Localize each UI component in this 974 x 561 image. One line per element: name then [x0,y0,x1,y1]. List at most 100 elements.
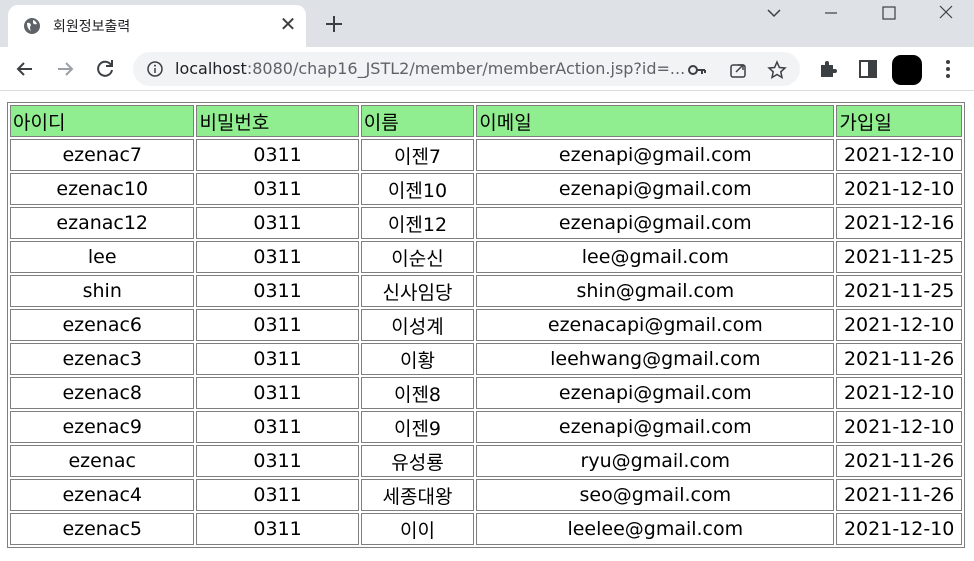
cell-email: shin@gmail.com [476,275,835,307]
cell-id: ezenac4 [10,479,195,511]
tab-title: 회원정보출력 [53,19,131,35]
table-row: ezanac12 0311 이젠12 ezenapi@gmail.com 2021-12… [10,207,962,239]
share-icon[interactable] [728,60,748,80]
table-row: ezenac10 0311 이젠10 ezenapi@gmail.com 2021-12… [10,173,962,205]
cell-password: 0311 [196,377,359,409]
cell-password: 0311 [196,241,359,273]
browser-toolbar: localhost:8080/chap16_JSTL2/member/membe… [0,47,974,91]
cell-join-date: 2021-12-10 [836,513,962,545]
cell-email: ezenapi@gmail.com [476,139,835,171]
cell-name: 세종대왕 [360,479,475,511]
header-name: 이름 [360,105,475,137]
close-icon[interactable]: ✕ [278,14,298,34]
cell-email: ryu@gmail.com [476,445,835,477]
cell-password: 0311 [196,411,359,443]
cell-name: 이황 [360,343,475,375]
table-row: lee 0311 이순신 lee@gmail.com 2021-11-25 [10,241,962,273]
table-row: ezenac7 0311 이젠7 ezenapi@gmail.com 2021-12-1… [10,139,962,171]
table-row: ezenac6 0311 이성계 ezenacapi@gmail.com 2021-12… [10,309,962,341]
cell-name: 이젠9 [360,411,475,443]
tab-strip: 회원정보출력 ✕ [0,0,974,47]
back-icon[interactable] [13,57,37,81]
star-icon[interactable] [767,60,787,80]
info-icon[interactable] [147,61,163,77]
cell-email: ezenacapi@gmail.com [476,309,835,341]
cell-password: 0311 [196,173,359,205]
cell-name: 이성계 [360,309,475,341]
header-join-date: 가입일 [836,105,962,137]
chevron-down-icon[interactable] [763,3,785,23]
cell-id: lee [10,241,195,273]
cell-name: 이젠12 [360,207,475,239]
cell-password: 0311 [196,513,359,545]
cell-id: ezenac3 [10,343,195,375]
table-row: ezenac8 0311 이젠8 ezenapi@gmail.com 2021-12-1… [10,377,962,409]
reload-icon[interactable] [93,57,117,81]
cell-id: ezenac6 [10,309,195,341]
table-header-row: 아이디 비밀번호 이름 이메일 가입일 [10,105,962,137]
cell-email: seo@gmail.com [476,479,835,511]
cell-name: 이젠10 [360,173,475,205]
header-email: 이메일 [476,105,835,137]
table-body: ezenac7 0311 이젠7 ezenapi@gmail.com 2021-12-1… [10,139,962,545]
address-bar[interactable]: localhost:8080/chap16_JSTL2/member/membe… [133,52,800,86]
globe-icon [24,18,40,34]
header-password: 비밀번호 [196,105,359,137]
cell-name: 이젠8 [360,377,475,409]
cell-id: ezenac10 [10,173,195,205]
page-content: 아이디 비밀번호 이름 이메일 가입일 ezenac7 0311 이젠7 ezenap… [7,102,965,548]
table-row: ezenac3 0311 이황 leehwang@gmail.com 2021-11-2… [10,343,962,375]
cell-id: ezenac7 [10,139,195,171]
minimize-icon[interactable] [820,3,842,23]
cell-email: ezenapi@gmail.com [476,377,835,409]
table-row: ezenac 0311 유성룡 ryu@gmail.com 2021-11-26 [10,445,962,477]
cell-email: ezenapi@gmail.com [476,411,835,443]
cell-id: ezenac8 [10,377,195,409]
cell-id: ezanac12 [10,207,195,239]
cell-email: ezenapi@gmail.com [476,173,835,205]
cell-join-date: 2021-12-16 [836,207,962,239]
maximize-icon[interactable] [878,3,900,23]
cell-id: ezenac5 [10,513,195,545]
table-row: ezenac5 0311 이이 leelee@gmail.com 2021-12-10 [10,513,962,545]
cell-password: 0311 [196,139,359,171]
cell-join-date: 2021-11-26 [836,343,962,375]
table-row: ezenac4 0311 세종대왕 seo@gmail.com 2021-11-26 [10,479,962,511]
cell-id: shin [10,275,195,307]
cell-name: 이젠7 [360,139,475,171]
cell-email: lee@gmail.com [476,241,835,273]
cell-join-date: 2021-12-10 [836,309,962,341]
cell-id: ezenac9 [10,411,195,443]
forward-icon[interactable] [53,57,77,81]
extensions-icon[interactable] [817,58,839,80]
cell-name: 이순신 [360,241,475,273]
url-text[interactable]: localhost:8080/chap16_JSTL2/member/membe… [175,59,685,78]
avatar[interactable] [892,55,922,85]
table-row: shin 0311 신사임당 shin@gmail.com 2021-11-25 [10,275,962,307]
active-tab[interactable]: 회원정보출력 ✕ [8,5,306,47]
cell-join-date: 2021-11-25 [836,275,962,307]
plus-icon[interactable] [323,13,345,35]
cell-name: 이이 [360,513,475,545]
window-close-icon[interactable] [935,3,957,23]
key-icon[interactable] [687,60,707,80]
cell-id: ezenac [10,445,195,477]
table-row: ezenac9 0311 이젠9 ezenapi@gmail.com 2021-12-1… [10,411,962,443]
url-host: localhost [175,59,247,78]
cell-password: 0311 [196,275,359,307]
cell-join-date: 2021-11-26 [836,479,962,511]
cell-join-date: 2021-11-26 [836,445,962,477]
cell-password: 0311 [196,343,359,375]
cell-join-date: 2021-12-10 [836,411,962,443]
cell-join-date: 2021-12-10 [836,173,962,205]
cell-password: 0311 [196,207,359,239]
cell-email: leelee@gmail.com [476,513,835,545]
cell-password: 0311 [196,309,359,341]
cell-join-date: 2021-12-10 [836,139,962,171]
menu-icon[interactable] [937,58,959,80]
member-table: 아이디 비밀번호 이름 이메일 가입일 ezenac7 0311 이젠7 ezenap… [7,102,965,548]
cell-email: leehwang@gmail.com [476,343,835,375]
cell-name: 유성룡 [360,445,475,477]
cell-join-date: 2021-12-10 [836,377,962,409]
side-panel-icon[interactable] [857,58,879,80]
